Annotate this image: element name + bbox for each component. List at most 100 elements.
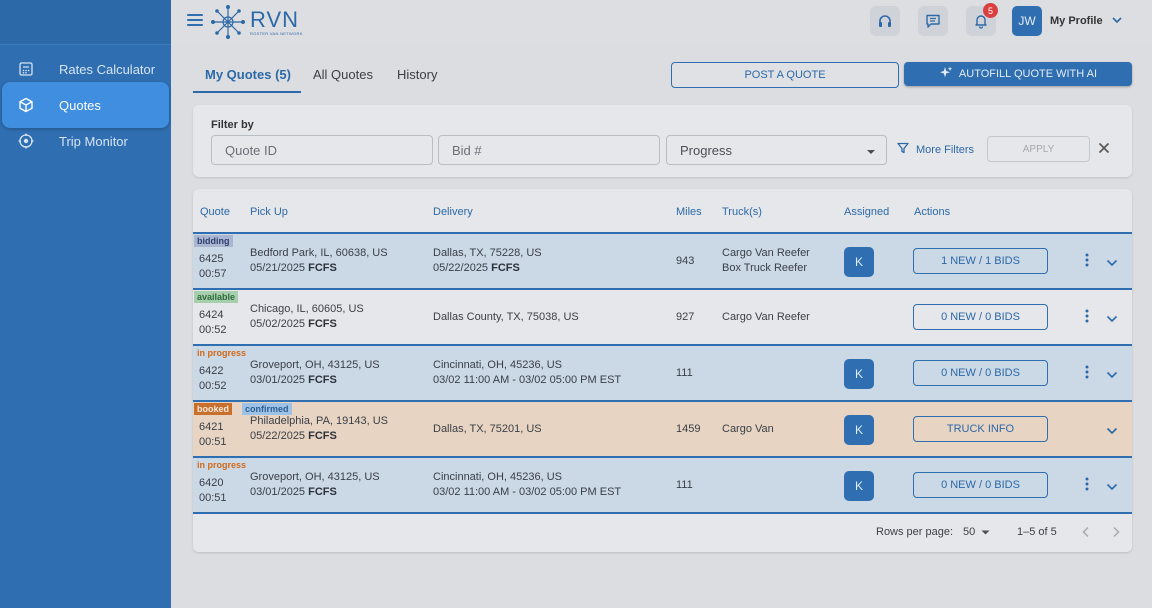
autofill-quote-ai-button[interactable]: AUTOFILL QUOTE WITH AI bbox=[904, 62, 1132, 86]
dropdown-arrow-icon bbox=[866, 143, 876, 158]
table-row[interactable]: bidding 6425 00:57 Bedford Park, IL, 60638,… bbox=[193, 234, 1132, 290]
pickup-address: Bedford Park, IL, 60638, US bbox=[250, 247, 388, 259]
sidebar-item-trip-monitor[interactable]: Trip Monitor bbox=[0, 123, 171, 159]
row-action-button[interactable]: 0 NEW / 0 BIDS bbox=[913, 360, 1048, 386]
table-row[interactable]: in progress 6422 00:52 Groveport, OH, 43125… bbox=[193, 346, 1132, 402]
tab-my-quotes[interactable]: My Quotes (5) bbox=[205, 67, 291, 82]
logo-subtitle: ROSTER VAN NETWORK bbox=[250, 30, 303, 36]
miles: 111 bbox=[676, 479, 693, 491]
sidebar-item-label: Trip Monitor bbox=[59, 133, 128, 149]
quote-id-input[interactable]: Quote ID bbox=[211, 135, 433, 165]
column-header-miles[interactable]: Miles bbox=[676, 206, 702, 218]
truck-type: Cargo Van Reefer bbox=[722, 247, 810, 259]
pickup-type: FCFS bbox=[308, 374, 337, 386]
delivery-date: 03/02 11:00 AM - 03/02 05:00 PM EST bbox=[433, 486, 622, 498]
pagination-range: 1–5 of 5 bbox=[1017, 526, 1057, 538]
delivery-type: FCFS bbox=[491, 262, 520, 274]
calculator-icon bbox=[18, 61, 34, 77]
avatar[interactable]: JW bbox=[1012, 6, 1042, 36]
status-badge: in progress bbox=[197, 459, 247, 470]
row-action-button[interactable]: TRUCK INFO bbox=[913, 416, 1048, 442]
delivery-address: Dallas, TX, 75201, US bbox=[433, 423, 542, 435]
delivery-address: Dallas County, TX, 75038, US bbox=[433, 311, 579, 323]
row-action-button[interactable]: 0 NEW / 0 BIDS bbox=[913, 472, 1048, 498]
quote-time: 00:52 bbox=[199, 380, 227, 392]
quote-time: 00:51 bbox=[199, 492, 227, 504]
assigned-avatar[interactable]: K bbox=[844, 471, 874, 501]
column-header-trucks[interactable]: Truck(s) bbox=[722, 206, 762, 218]
sidebar: Rates Calculator Quotes Trip Monitor bbox=[0, 0, 171, 608]
expand-row-chevron-icon[interactable] bbox=[1106, 368, 1118, 382]
more-filters-button[interactable]: More Filters bbox=[897, 142, 974, 157]
quote-time: 00:57 bbox=[199, 268, 227, 280]
column-header-assigned[interactable]: Assigned bbox=[844, 206, 889, 218]
pickup-address: Chicago, IL, 60605, US bbox=[250, 303, 364, 315]
more-vertical-icon[interactable] bbox=[1085, 365, 1089, 382]
miles: 943 bbox=[676, 255, 695, 267]
quotes-table: Quote Pick Up Delivery Miles Truck(s) As… bbox=[193, 189, 1132, 552]
pickup-type: FCFS bbox=[308, 262, 337, 274]
apply-button[interactable]: APPLY bbox=[987, 136, 1090, 162]
expand-row-chevron-icon[interactable] bbox=[1106, 480, 1118, 494]
more-vertical-icon[interactable] bbox=[1085, 253, 1089, 270]
rows-per-page-label: Rows per page: bbox=[876, 526, 954, 538]
sidebar-item-label: Rates Calculator bbox=[59, 61, 156, 77]
table-row[interactable]: in progress 6420 00:51 Groveport, OH, 43125… bbox=[193, 458, 1132, 514]
truck-type: Cargo Van bbox=[722, 423, 774, 435]
sidebar-item-label: Quotes bbox=[59, 97, 101, 113]
miles: 1459 bbox=[676, 423, 701, 435]
network-logo-icon bbox=[211, 5, 245, 39]
assigned-avatar[interactable]: K bbox=[844, 415, 874, 445]
support-button[interactable] bbox=[870, 6, 900, 36]
profile-label[interactable]: My Profile bbox=[1050, 15, 1103, 27]
logo: RVN ROSTER VAN NETWORK bbox=[209, 3, 303, 41]
expand-row-chevron-icon[interactable] bbox=[1106, 424, 1118, 438]
active-tab-indicator bbox=[193, 91, 301, 93]
quote-id: 6422 bbox=[199, 365, 224, 377]
delivery-date: 03/02 11:00 AM - 03/02 05:00 PM EST bbox=[433, 374, 622, 386]
pickup-address: Philadelphia, PA, 19143, US bbox=[250, 415, 388, 427]
row-action-button[interactable]: 0 NEW / 0 BIDS bbox=[913, 304, 1048, 330]
expand-row-chevron-icon[interactable] bbox=[1106, 312, 1118, 326]
pickup-date-cell: 05/22/2025 FCFS bbox=[250, 429, 337, 444]
quote-id: 6425 bbox=[199, 253, 224, 265]
table-row[interactable]: booked confirmed 6421 00:51 Philadelphia, PA… bbox=[193, 402, 1132, 458]
notifications-button[interactable]: 5 bbox=[966, 3, 998, 36]
chevron-down-icon[interactable] bbox=[1111, 14, 1123, 29]
pickup-date-cell: 03/01/2025 FCFS bbox=[250, 373, 337, 388]
expand-row-chevron-icon[interactable] bbox=[1106, 256, 1118, 270]
more-vertical-icon[interactable] bbox=[1085, 309, 1089, 326]
messages-button[interactable] bbox=[918, 6, 948, 36]
row-action-button[interactable]: 1 NEW / 1 BIDS bbox=[913, 248, 1048, 274]
progress-select[interactable]: Progress bbox=[666, 135, 887, 165]
assigned-avatar[interactable]: K bbox=[844, 359, 874, 389]
previous-page-icon[interactable] bbox=[1081, 526, 1091, 541]
column-header-quote[interactable]: Quote bbox=[200, 206, 230, 218]
delivery-date-cell: 03/02 11:00 AM - 03/02 05:00 PM EST bbox=[433, 485, 621, 500]
rows-per-page-select[interactable]: 50 bbox=[963, 526, 990, 538]
column-header-pickup[interactable]: Pick Up bbox=[250, 206, 288, 218]
sidebar-header bbox=[0, 0, 171, 45]
hamburger-menu-icon[interactable] bbox=[187, 14, 203, 28]
chat-icon bbox=[926, 14, 940, 28]
delivery-address: Cincinnati, OH, 45236, US bbox=[433, 471, 563, 483]
sparkle-icon bbox=[939, 66, 953, 83]
filter-panel: Filter by Quote ID Bid # Progress More F… bbox=[193, 105, 1132, 177]
close-icon[interactable] bbox=[1098, 142, 1110, 157]
tab-all-quotes[interactable]: All Quotes bbox=[313, 67, 373, 82]
assigned-avatar[interactable]: K bbox=[844, 247, 874, 277]
post-quote-button[interactable]: POST A QUOTE bbox=[671, 62, 899, 88]
tab-history[interactable]: History bbox=[397, 67, 437, 82]
headset-icon bbox=[879, 15, 891, 27]
next-page-icon[interactable] bbox=[1111, 526, 1121, 541]
more-vertical-icon[interactable] bbox=[1085, 477, 1089, 494]
quote-id: 6421 bbox=[199, 421, 224, 433]
pickup-date: 05/22/2025 bbox=[250, 430, 306, 442]
column-header-delivery[interactable]: Delivery bbox=[433, 206, 473, 218]
sidebar-item-quotes[interactable]: Quotes bbox=[2, 82, 169, 128]
pickup-date-cell: 03/01/2025 FCFS bbox=[250, 485, 337, 500]
pickup-date: 03/01/2025 bbox=[250, 374, 306, 386]
quote-id-placeholder: Quote ID bbox=[225, 142, 278, 158]
bid-number-input[interactable]: Bid # bbox=[438, 135, 660, 165]
table-row[interactable]: available 6424 00:52 Chicago, IL, 60605, US… bbox=[193, 290, 1132, 346]
